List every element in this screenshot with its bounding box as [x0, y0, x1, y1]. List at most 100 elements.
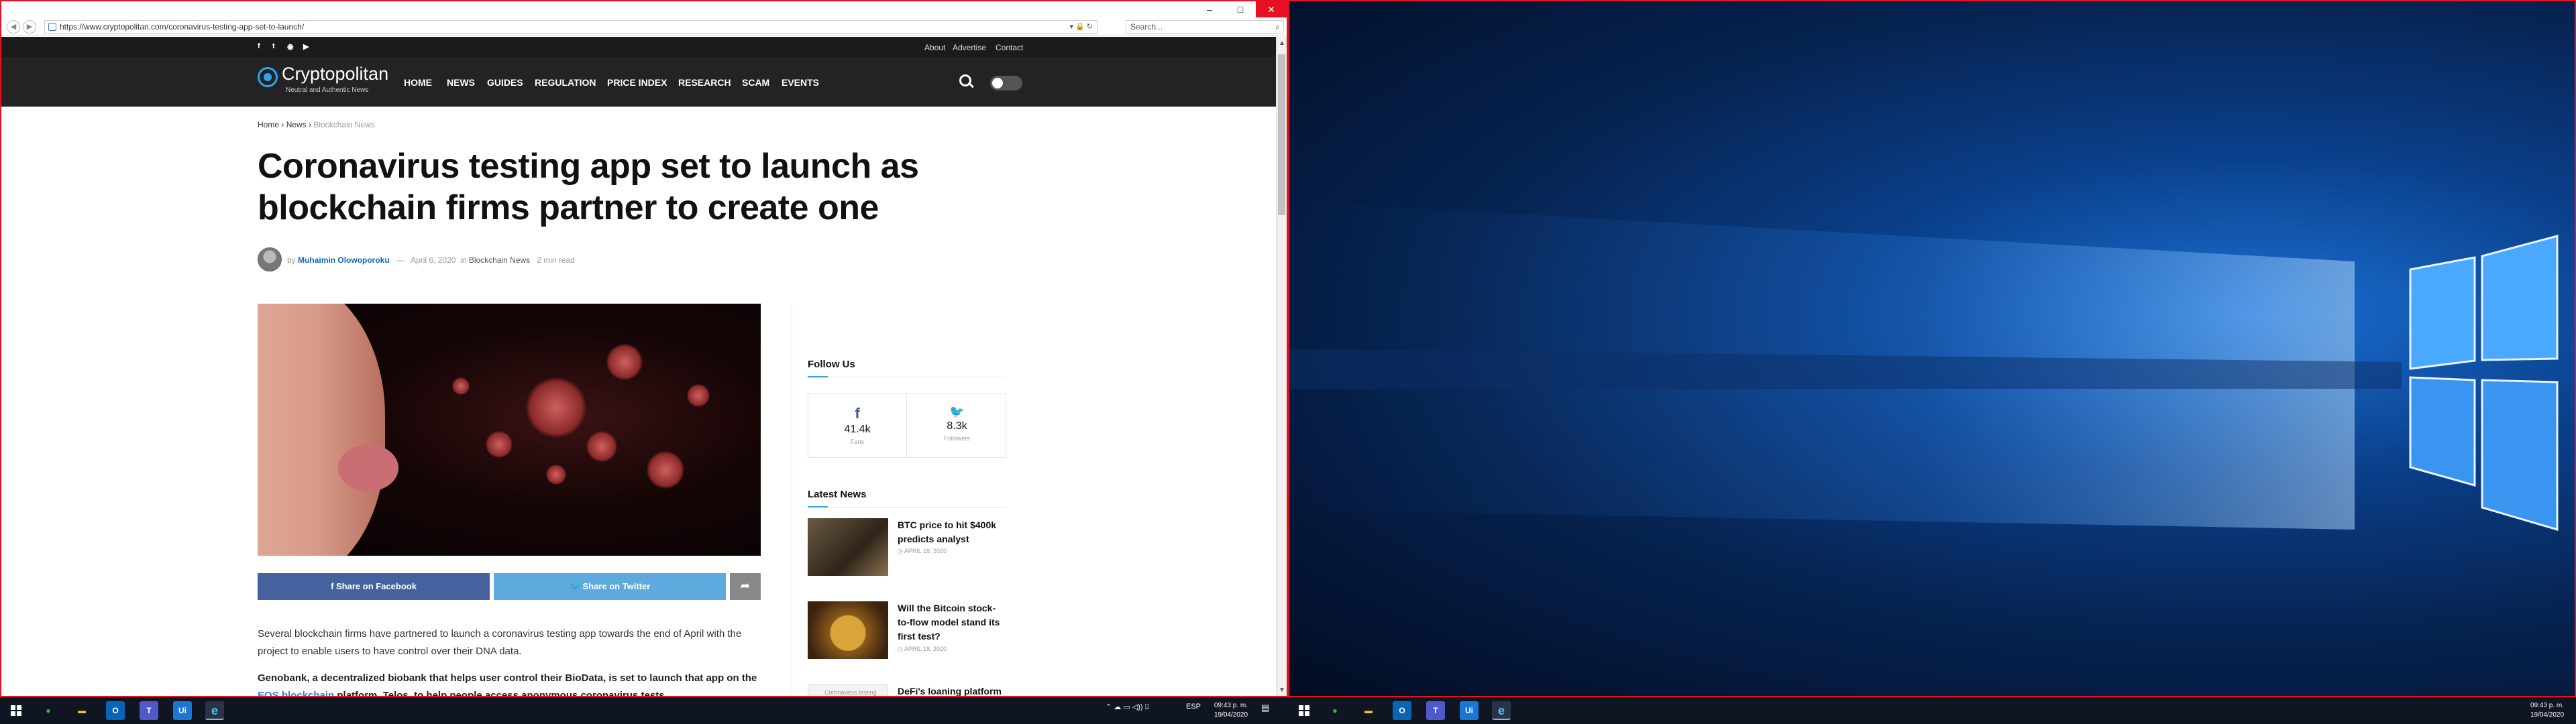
- facebook-icon: f: [855, 405, 860, 422]
- chrome-icon[interactable]: ●: [39, 701, 58, 720]
- search-icon[interactable]: ⌕: [1275, 21, 1280, 33]
- outlook-icon[interactable]: O: [1393, 701, 1411, 720]
- follow-facebook[interactable]: f 41.4k Fans: [808, 394, 907, 457]
- chrome-icon[interactable]: ●: [1326, 701, 1344, 720]
- nav-home[interactable]: HOME: [404, 77, 432, 88]
- facebook-count: 41.4k: [844, 424, 871, 435]
- share-facebook-button[interactable]: f Share on Facebook: [258, 573, 490, 600]
- virus-particle: [526, 377, 586, 438]
- site-logo[interactable]: Cryptopolitan: [282, 64, 388, 84]
- close-button[interactable]: ✕: [1256, 1, 1287, 17]
- language-indicator[interactable]: ESP: [1186, 703, 1201, 711]
- forward-button[interactable]: ▶: [23, 20, 36, 34]
- web-page: f t ◉ ▶ About Advertise Contact Cryptopo…: [1, 37, 1276, 696]
- breadcrumb-separator: ›: [281, 120, 284, 129]
- eos-blockchain-link[interactable]: EOS blockchain: [258, 690, 334, 696]
- scroll-up-icon[interactable]: ▲: [1277, 38, 1287, 49]
- navigation-row: ◀ ▶ https://www.cryptopolitan.com/corona…: [1, 19, 1287, 35]
- virus-particle: [606, 344, 643, 380]
- advertise-link[interactable]: Advertise: [953, 43, 986, 52]
- start-button[interactable]: [1299, 705, 1309, 716]
- explorer-icon[interactable]: ▬: [72, 701, 91, 720]
- notifications-icon[interactable]: ▤: [1261, 703, 1269, 713]
- breadcrumb-current[interactable]: Blockchain News: [313, 120, 374, 129]
- twitter-icon: 🐦: [949, 405, 965, 418]
- category-link[interactable]: Blockchain News: [469, 255, 530, 265]
- twitter-label: Followers: [944, 435, 970, 442]
- twitter-count: 8.3k: [947, 420, 967, 432]
- youtube-icon[interactable]: ▶: [303, 42, 309, 51]
- explorer-icon[interactable]: ▬: [1359, 701, 1378, 720]
- teams-icon[interactable]: T: [1426, 701, 1445, 720]
- virus-particle: [586, 431, 617, 462]
- logo-icon[interactable]: [258, 67, 278, 87]
- news-item[interactable]: BTC price to hit $400k predicts analyst …: [808, 518, 1006, 591]
- page-scrollbar[interactable]: ▲ ▼: [1276, 37, 1287, 696]
- facebook-icon: f: [331, 581, 337, 591]
- breadcrumb-news[interactable]: News: [286, 120, 307, 129]
- scroll-down-icon[interactable]: ▼: [1277, 685, 1287, 696]
- news-item[interactable]: Will the Bitcoin stock-to-flow model sta…: [808, 601, 1006, 674]
- clock-time: 09:43 p. m.: [1214, 702, 1248, 709]
- left-monitor: – □ ✕ ◀ ▶ https://www.cryptopolitan.com/…: [0, 0, 1288, 724]
- share-twitter-label: Share on Twitter: [582, 581, 651, 591]
- address-tools[interactable]: ▾ 🔒 ↻: [1069, 21, 1093, 33]
- share-twitter-button[interactable]: 🐦 Share on Twitter: [494, 573, 726, 600]
- nav-guides[interactable]: GUIDES: [487, 77, 523, 88]
- facebook-icon[interactable]: f: [258, 42, 260, 50]
- start-button[interactable]: [11, 705, 21, 716]
- breadcrumb-home[interactable]: Home: [258, 120, 279, 129]
- virus-particle: [486, 431, 513, 458]
- system-tray-icons[interactable]: ⌃ ☁ ▭ ◁)) ⌸: [1106, 703, 1149, 712]
- article-body: Several blockchain firms have partnered …: [258, 625, 761, 696]
- about-link[interactable]: About: [924, 43, 945, 52]
- news-title[interactable]: BTC price to hit $400k predicts analyst: [898, 518, 1006, 546]
- news-item[interactable]: Coronavirus testing app set to launch as…: [808, 684, 1006, 696]
- clock-time: 09:43 p. m.: [2530, 702, 2565, 709]
- author-link[interactable]: Muhaimin Olowoporoku: [298, 255, 390, 265]
- nav-research[interactable]: RESEARCH: [678, 77, 731, 88]
- scroll-thumb[interactable]: [1278, 54, 1285, 215]
- dark-mode-toggle[interactable]: [990, 76, 1022, 90]
- news-date: ◷ APRIL 18, 2020: [898, 646, 947, 652]
- follow-twitter[interactable]: 🐦 8.3k Followers: [908, 394, 1006, 457]
- internet-explorer-icon[interactable]: e: [1492, 701, 1511, 720]
- minimize-button[interactable]: –: [1194, 1, 1225, 17]
- follow-us-heading: Follow Us: [808, 359, 1006, 377]
- news-thumbnail[interactable]: Coronavirus testing app set to launch as…: [808, 684, 888, 696]
- featured-image: [258, 304, 761, 556]
- virus-particle: [647, 451, 684, 489]
- news-thumbnail[interactable]: [808, 601, 888, 659]
- back-button[interactable]: ◀: [7, 20, 20, 34]
- teams-icon[interactable]: T: [140, 701, 158, 720]
- maximize-button[interactable]: □: [1225, 1, 1256, 17]
- news-title[interactable]: Will the Bitcoin stock-to-flow model sta…: [898, 601, 1006, 644]
- nav-scam[interactable]: SCAM: [742, 77, 769, 88]
- clock[interactable]: 09:43 p. m. 19/04/2020: [1208, 701, 1254, 720]
- search-icon[interactable]: [959, 74, 971, 86]
- nav-regulation[interactable]: REGULATION: [535, 77, 596, 88]
- internet-explorer-icon[interactable]: e: [205, 701, 224, 720]
- news-thumbnail[interactable]: [808, 518, 888, 576]
- face-illustration: [258, 304, 385, 556]
- nav-events[interactable]: EVENTS: [782, 77, 819, 88]
- contact-link[interactable]: Contact: [996, 43, 1023, 52]
- page-icon: [48, 23, 56, 31]
- nav-news[interactable]: NEWS: [447, 77, 475, 88]
- virus-particle: [687, 384, 710, 407]
- clock[interactable]: 09:43 p. m. 19/04/2020: [2524, 701, 2571, 720]
- share-more-button[interactable]: ➦: [730, 573, 761, 600]
- telegram-icon[interactable]: ◉: [287, 42, 294, 51]
- news-title[interactable]: DeFi's loaning platform records 1 billio…: [898, 684, 1006, 696]
- nav-price-index[interactable]: PRICE INDEX: [607, 77, 667, 88]
- desktop-wallpaper: [1288, 0, 2576, 697]
- search-box[interactable]: Search... ⌕: [1126, 20, 1284, 34]
- browser-chrome: – □ ✕ ◀ ▶ https://www.cryptopolitan.com/…: [1, 1, 1287, 36]
- uipath-icon[interactable]: Ui: [1460, 701, 1479, 720]
- author-avatar[interactable]: [258, 247, 282, 272]
- taskbar-left: ● ▬ O T Ui e ⌃ ☁ ▭ ◁)) ⌸ ESP 09:43 p. m.…: [0, 697, 1288, 724]
- outlook-icon[interactable]: O: [106, 701, 125, 720]
- address-bar[interactable]: https://www.cryptopolitan.com/coronaviru…: [44, 20, 1097, 34]
- twitter-icon[interactable]: t: [272, 42, 275, 50]
- uipath-icon[interactable]: Ui: [173, 701, 192, 720]
